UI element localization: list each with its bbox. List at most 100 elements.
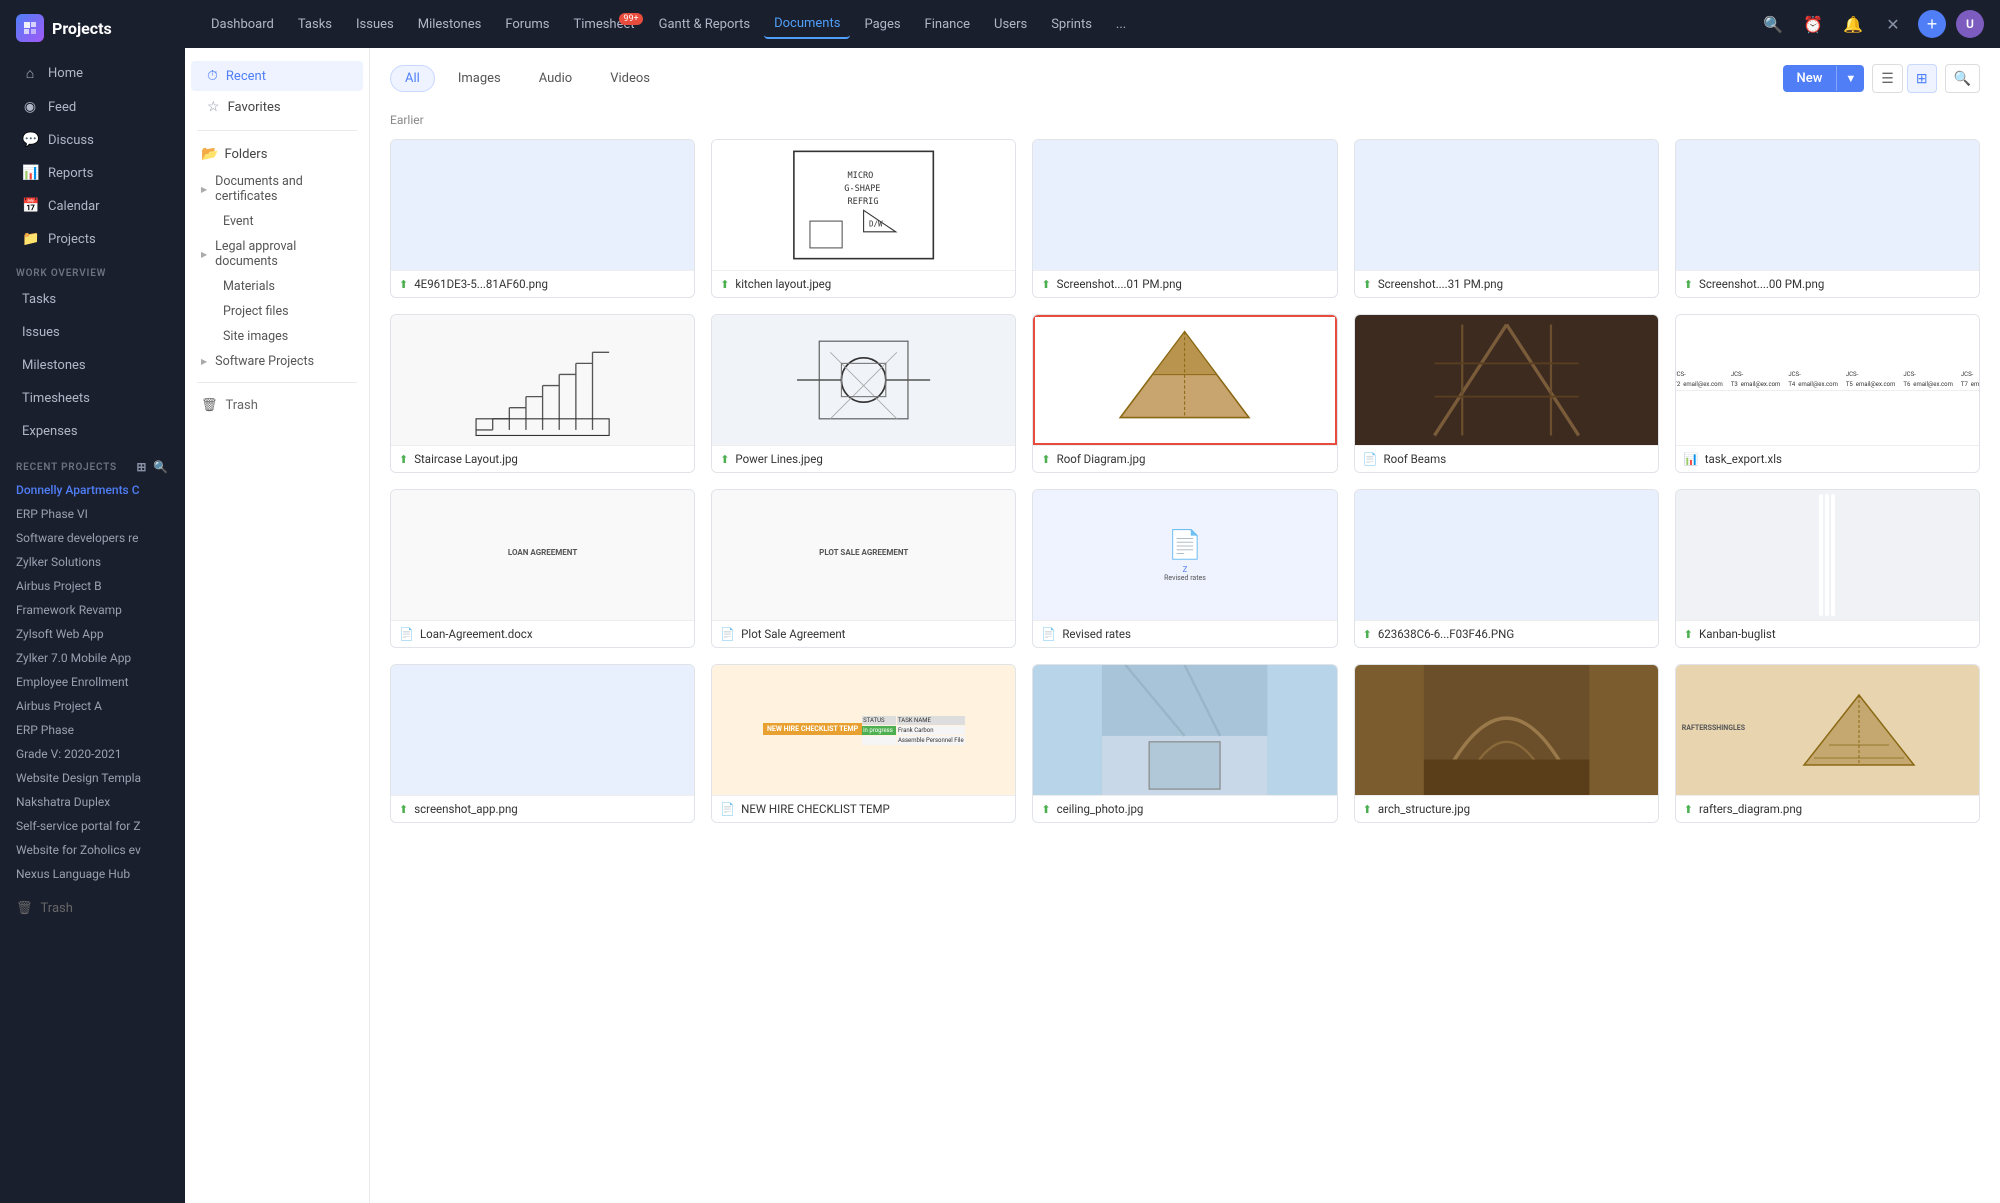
sidebar-item-calendar[interactable]: 📅 Calendar xyxy=(6,190,179,222)
trash-item[interactable]: 🗑 Trash xyxy=(0,894,185,923)
doc-card-doc13[interactable]: 📄 Z Revised rates 📄 Revised rates xyxy=(1032,489,1337,648)
trash-icon: 🗑 xyxy=(16,901,33,916)
doc-name-doc8: Roof Diagram.jpg xyxy=(1057,452,1329,466)
nav-sprints[interactable]: Sprints xyxy=(1041,11,1102,38)
doc-card-doc16[interactable]: ⬆ screenshot_app.png xyxy=(390,664,695,823)
doc-card-doc4[interactable]: ⬆ Screenshot....31 PM.png xyxy=(1354,139,1659,298)
nav-tasks[interactable]: Tasks xyxy=(288,11,342,38)
folder-project-files[interactable]: Project files xyxy=(185,299,369,324)
folder-software-projects[interactable]: Software Projects xyxy=(185,349,369,374)
close-icon[interactable]: ✕ xyxy=(1878,9,1908,39)
sidebar-item-tasks[interactable]: Tasks xyxy=(6,284,179,315)
doc-card-doc6[interactable]: ⬆ Staircase Layout.jpg xyxy=(390,314,695,473)
clock-icon[interactable]: ⏰ xyxy=(1798,9,1828,39)
doc-footer-doc16: ⬆ screenshot_app.png xyxy=(391,795,694,822)
doc-card-doc18[interactable]: ⬆ ceiling_photo.jpg xyxy=(1032,664,1337,823)
left-sidebar: Projects ⌂ Home ◉ Feed 💬 Discuss 📊 Repor… xyxy=(0,0,185,1203)
doc-card-doc1[interactable]: ⬆ 4E961DE3-5...81AF60.png xyxy=(390,139,695,298)
doc-footer-doc17: 📄 NEW HIRE CHECKLIST TEMP xyxy=(712,795,1015,822)
nav-dashboard[interactable]: Dashboard xyxy=(201,11,284,38)
sidebar-item-expenses[interactable]: Expenses xyxy=(6,416,179,447)
doc-card-doc3[interactable]: ⬆ Screenshot....01 PM.png xyxy=(1032,139,1337,298)
recent-project-nakshatra[interactable]: Nakshatra Duplex xyxy=(0,790,185,814)
sidebar-item-issues[interactable]: Issues xyxy=(6,317,179,348)
doc-card-doc14[interactable]: ⬆ 623638C6-6...F03F46.PNG xyxy=(1354,489,1659,648)
new-button[interactable]: New ▼ xyxy=(1783,65,1865,92)
work-overview-label: WORK OVERVIEW xyxy=(0,256,185,283)
folder-materials[interactable]: Materials xyxy=(185,274,369,299)
recent-project-nexus[interactable]: Nexus Language Hub xyxy=(0,862,185,886)
nav-gantt[interactable]: Gantt & Reports xyxy=(649,11,760,38)
folder-event[interactable]: Event xyxy=(185,209,369,234)
sidebar-item-feed[interactable]: ◉ Feed xyxy=(6,91,179,123)
avatar[interactable]: U xyxy=(1956,10,1984,38)
search-docs-button[interactable]: 🔍 xyxy=(1945,64,1980,93)
sidebar-item-discuss[interactable]: 💬 Discuss xyxy=(6,124,179,156)
doc-card-doc5[interactable]: ⬆ Screenshot....00 PM.png xyxy=(1675,139,1980,298)
filter-tab-videos[interactable]: Videos xyxy=(595,65,665,92)
doc-card-doc19[interactable]: ⬆ arch_structure.jpg xyxy=(1354,664,1659,823)
recent-project-airbus-b[interactable]: Airbus Project B xyxy=(0,574,185,598)
doc-card-doc7[interactable]: ⬆ Power Lines.jpeg xyxy=(711,314,1016,473)
recent-project-donnelly[interactable]: Donnelly Apartments C xyxy=(0,478,185,502)
filter-tab-images[interactable]: Images xyxy=(443,65,516,92)
doc-footer-doc13: 📄 Revised rates xyxy=(1033,620,1336,647)
recent-project-grade[interactable]: Grade V: 2020-2021 xyxy=(0,742,185,766)
doc-thumb-doc3 xyxy=(1033,140,1336,270)
nav-issues[interactable]: Issues xyxy=(346,11,404,38)
recent-project-zylker70[interactable]: Zylker 7.0 Mobile App xyxy=(0,646,185,670)
sidebar-item-projects[interactable]: 📁 Projects xyxy=(6,223,179,255)
bell-icon[interactable]: 🔔 xyxy=(1838,9,1868,39)
doc-card-doc8[interactable]: ⬆ Roof Diagram.jpg xyxy=(1032,314,1337,473)
recent-project-website-design[interactable]: Website Design Templa xyxy=(0,766,185,790)
sidebar-item-reports[interactable]: 📊 Reports xyxy=(6,157,179,189)
nav-more[interactable]: ... xyxy=(1106,11,1136,38)
recent-project-erp6[interactable]: ERP Phase VI xyxy=(0,502,185,526)
doc-card-doc2[interactable]: MICRO G-SHAPE REFRIG D/W ⬆ kitchen layou… xyxy=(711,139,1016,298)
recent-project-employee[interactable]: Employee Enrollment xyxy=(0,670,185,694)
sidebar-item-timesheets[interactable]: Timesheets xyxy=(6,383,179,414)
recent-project-software-dev[interactable]: Software developers re xyxy=(0,526,185,550)
search-icon[interactable]: 🔍 xyxy=(1758,9,1788,39)
nav-pages[interactable]: Pages xyxy=(854,11,910,38)
doc-card-doc17[interactable]: NEW HIRE CHECKLIST TEMP STATUS TASK NAME… xyxy=(711,664,1016,823)
doc-nav-favorites[interactable]: ☆ Favorites xyxy=(191,92,363,122)
filter-tab-audio[interactable]: Audio xyxy=(524,65,587,92)
doc-card-doc9[interactable]: 📄 Roof Beams xyxy=(1354,314,1659,473)
recent-project-erp[interactable]: ERP Phase xyxy=(0,718,185,742)
recent-project-zylsoft[interactable]: Zylsoft Web App xyxy=(0,622,185,646)
app-logo[interactable]: Projects xyxy=(0,0,185,56)
recent-project-zylker-sol[interactable]: Zylker Solutions xyxy=(0,550,185,574)
list-view-button[interactable]: ☰ xyxy=(1872,64,1903,93)
doc-trash[interactable]: 🗑 Trash xyxy=(185,391,369,420)
doc-card-doc10[interactable]: Task Id Task JCS-T1 email@ex.comJCS-T2 e… xyxy=(1675,314,1980,473)
folder-legal[interactable]: Legal approval documents xyxy=(185,234,369,274)
nav-timesheet[interactable]: Timesheet 99+ xyxy=(564,11,645,38)
recent-project-airbus-a[interactable]: Airbus Project A xyxy=(0,694,185,718)
folder-site-images[interactable]: Site images xyxy=(185,324,369,349)
doc-card-doc11[interactable]: LOAN AGREEMENT 📄 Loan-Agreement.docx xyxy=(390,489,695,648)
doc-nav-recent[interactable]: ⏱ Recent xyxy=(191,61,363,91)
nav-users[interactable]: Users xyxy=(984,11,1037,38)
sidebar-item-milestones[interactable]: Milestones xyxy=(6,350,179,381)
add-button[interactable]: + xyxy=(1918,10,1946,38)
doc-card-doc12[interactable]: PLOT SALE AGREEMENT 📄 Plot Sale Agreemen… xyxy=(711,489,1016,648)
recent-project-selfservice[interactable]: Self-service portal for Z xyxy=(0,814,185,838)
recent-projects-label: RECENT PROJECTS ⊞ 🔍 xyxy=(0,448,185,478)
grid-view-button[interactable]: ⊞ xyxy=(1907,64,1937,93)
nav-finance[interactable]: Finance xyxy=(915,11,980,38)
nav-forums[interactable]: Forums xyxy=(495,11,559,38)
folder-docs-certs[interactable]: Documents and certificates xyxy=(185,169,369,209)
doc-card-doc20[interactable]: RAFTERS SHINGLES ⬆ rafters_diagram.png xyxy=(1675,664,1980,823)
nav-milestones[interactable]: Milestones xyxy=(408,11,492,38)
filter-icon[interactable]: ⊞ xyxy=(136,460,147,474)
new-button-caret[interactable]: ▼ xyxy=(1836,66,1864,91)
recent-project-framework[interactable]: Framework Revamp xyxy=(0,598,185,622)
recent-project-website-zoholics[interactable]: Website for Zoholics ev xyxy=(0,838,185,862)
filter-tab-all[interactable]: All xyxy=(390,65,435,92)
sidebar-item-home[interactable]: ⌂ Home xyxy=(6,57,179,90)
nav-documents[interactable]: Documents xyxy=(764,10,850,39)
folders-header[interactable]: 📂 Folders xyxy=(185,139,369,169)
search-projects-icon[interactable]: 🔍 xyxy=(153,460,169,474)
doc-card-doc15[interactable]: ⬆ Kanban-buglist xyxy=(1675,489,1980,648)
